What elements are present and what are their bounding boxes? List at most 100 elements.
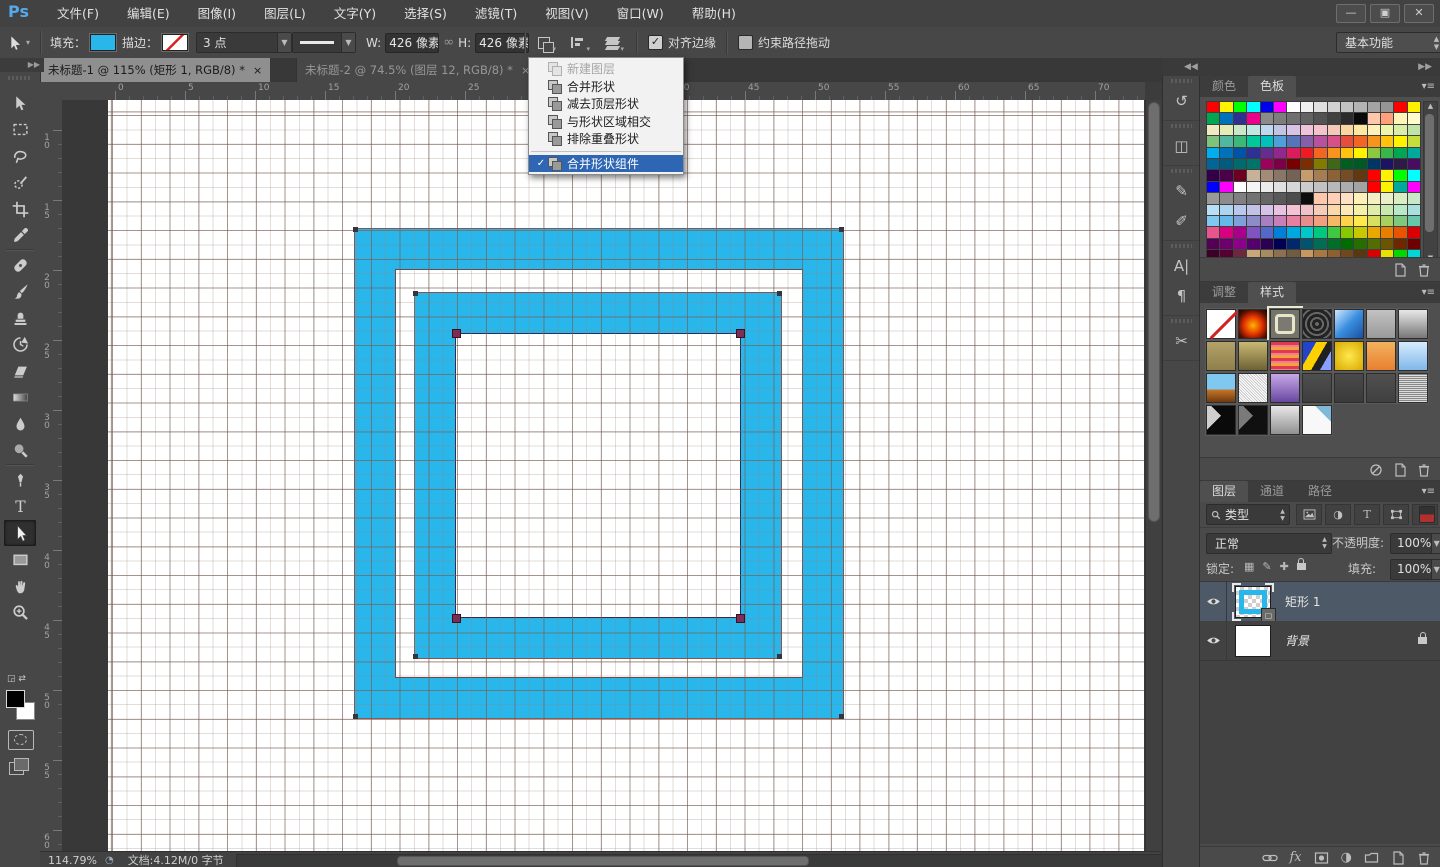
fill-color-swatch[interactable] [90, 34, 116, 51]
zoom-level-field[interactable]: 114.79% [48, 854, 97, 867]
stroke-color-swatch[interactable] [162, 34, 188, 51]
path-corner-point[interactable] [777, 291, 782, 296]
screen-mode-button[interactable] [9, 758, 29, 774]
eraser-tool[interactable] [4, 358, 36, 384]
color-swatch[interactable] [1341, 136, 1353, 146]
color-swatch[interactable] [1381, 170, 1393, 180]
ruler-origin-box[interactable] [40, 82, 63, 101]
tool-presets-panel-icon[interactable]: ✂ [1163, 326, 1200, 356]
color-swatch[interactable] [1354, 205, 1366, 215]
color-swatch[interactable] [1408, 102, 1420, 112]
color-swatch[interactable] [1287, 182, 1299, 192]
color-swatch[interactable] [1247, 193, 1259, 203]
color-swatch[interactable] [1408, 125, 1420, 135]
color-swatch[interactable] [1328, 148, 1340, 158]
move-tool[interactable] [4, 90, 36, 116]
close-button[interactable]: ✕ [1404, 4, 1434, 23]
zoom-tool[interactable] [4, 600, 36, 626]
lock-position-icon[interactable]: ✚ [1280, 560, 1289, 573]
color-swatch[interactable] [1207, 216, 1219, 226]
color-swatch[interactable] [1354, 125, 1366, 135]
color-swatch[interactable] [1341, 239, 1353, 249]
panel-gripper[interactable] [1171, 319, 1192, 323]
color-swatch[interactable] [1394, 136, 1406, 146]
color-swatch[interactable] [1354, 148, 1366, 158]
color-swatch[interactable] [1274, 170, 1286, 180]
color-swatch[interactable] [1207, 182, 1219, 192]
color-swatch[interactable] [1381, 227, 1393, 237]
color-swatch[interactable] [1368, 193, 1380, 203]
color-swatch[interactable] [1261, 193, 1273, 203]
color-swatch[interactable] [1381, 216, 1393, 226]
color-swatch[interactable] [1408, 148, 1420, 158]
color-swatch[interactable] [1341, 170, 1353, 180]
color-swatch[interactable] [1274, 227, 1286, 237]
new-adjustment-layer-button[interactable]: ◑ [1341, 850, 1352, 865]
color-swatch[interactable] [1220, 113, 1232, 123]
color-swatch[interactable] [1341, 205, 1353, 215]
color-swatch[interactable] [1328, 193, 1340, 203]
menu-item-1[interactable]: 编辑(E) [114, 0, 183, 27]
color-swatch[interactable] [1274, 136, 1286, 146]
color-swatch[interactable] [1354, 227, 1366, 237]
color-swatch[interactable] [1341, 102, 1353, 112]
color-swatch[interactable] [1368, 113, 1380, 123]
delete-swatch-button[interactable] [1417, 263, 1431, 277]
color-swatch[interactable] [1287, 102, 1299, 112]
path-operations-button[interactable]: ▾ [532, 32, 556, 54]
color-swatch[interactable] [1274, 125, 1286, 135]
color-swatch[interactable] [1368, 216, 1380, 226]
color-swatch[interactable] [1220, 148, 1232, 158]
gradient-tool[interactable] [4, 385, 36, 411]
shape-menu-item-4[interactable]: 排除重叠形状 [529, 130, 683, 148]
color-swatch[interactable] [1381, 239, 1393, 249]
panel-gripper[interactable] [1171, 79, 1192, 83]
color-swatch[interactable] [1341, 193, 1353, 203]
color-swatch[interactable] [1301, 205, 1313, 215]
quick-selection-tool[interactable] [4, 170, 36, 196]
color-swatch[interactable] [1234, 113, 1246, 123]
new-style-button[interactable] [1393, 463, 1407, 477]
delete-layer-button[interactable] [1417, 851, 1431, 865]
color-swatch[interactable] [1274, 113, 1286, 123]
eyedropper-tool[interactable] [4, 223, 36, 249]
layer-name[interactable]: 矩形 1 [1285, 593, 1320, 610]
minimize-button[interactable]: — [1336, 4, 1366, 23]
style-white-rounded-border[interactable] [1270, 309, 1300, 339]
color-swatch[interactable] [1314, 102, 1326, 112]
style-orange-glow[interactable] [1238, 309, 1268, 339]
crop-tool[interactable] [4, 196, 36, 222]
swatches-tab-颜色[interactable]: 颜色 [1200, 76, 1248, 97]
color-swatch[interactable] [1328, 170, 1340, 180]
color-swatch[interactable] [1394, 125, 1406, 135]
lock-all-icon[interactable] [1297, 563, 1306, 570]
path-anchor-point[interactable] [452, 614, 461, 623]
filter-type-layers-button[interactable]: T [1354, 504, 1380, 525]
style-skyblue-glossy[interactable] [1398, 341, 1428, 371]
color-swatch[interactable] [1301, 182, 1313, 192]
color-swatch[interactable] [1301, 227, 1313, 237]
layer-thumbnail[interactable] [1235, 625, 1271, 657]
new-swatch-button[interactable] [1393, 263, 1407, 277]
color-swatch[interactable] [1328, 113, 1340, 123]
color-swatch[interactable] [1261, 227, 1273, 237]
color-swatch[interactable] [1408, 239, 1420, 249]
color-swatch[interactable] [1287, 148, 1299, 158]
vertical-scrollbar[interactable] [1145, 100, 1161, 851]
color-swatch[interactable] [1381, 125, 1393, 135]
layer-filter-select[interactable]: 类型 ▲▼ [1206, 504, 1290, 525]
color-swatch[interactable] [1354, 216, 1366, 226]
color-swatch[interactable] [1207, 227, 1219, 237]
panel-menu-icon[interactable]: ▾≡ [1422, 282, 1435, 303]
shape-height-input[interactable]: 426 像素 [475, 33, 529, 53]
color-swatch[interactable] [1314, 193, 1326, 203]
document-tab-0[interactable]: 未标题-1 @ 115% (矩形 1, RGB/8) *× [40, 58, 270, 82]
style-landscape[interactable] [1206, 373, 1236, 403]
color-swatch[interactable] [1274, 216, 1286, 226]
color-swatch[interactable] [1287, 159, 1299, 169]
color-swatch[interactable] [1274, 193, 1286, 203]
layer-filter-toggle[interactable] [1419, 506, 1435, 523]
color-swatch[interactable] [1287, 227, 1299, 237]
color-swatch[interactable] [1234, 227, 1246, 237]
color-swatch[interactable] [1341, 227, 1353, 237]
